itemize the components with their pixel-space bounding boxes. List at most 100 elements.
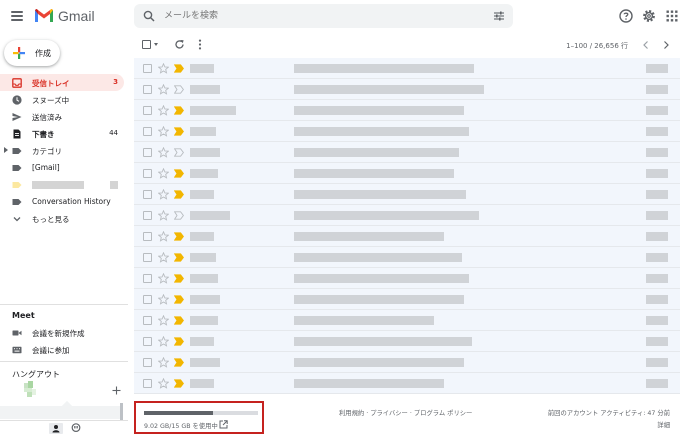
row-checkbox[interactable] (143, 106, 152, 115)
email-row[interactable] (134, 121, 680, 142)
star-icon[interactable] (158, 210, 169, 221)
row-checkbox[interactable] (143, 358, 152, 367)
row-checkbox[interactable] (143, 379, 152, 388)
row-checkbox[interactable] (143, 337, 152, 346)
row-checkbox[interactable] (143, 295, 152, 304)
add-icon[interactable] (112, 386, 121, 395)
sidebar-item-gmail-folder[interactable]: [Gmail] (0, 159, 124, 176)
refresh-icon[interactable] (174, 39, 185, 50)
star-icon[interactable] (158, 63, 169, 74)
email-row[interactable] (134, 310, 680, 331)
details-link[interactable]: 詳細 (657, 420, 670, 429)
email-row[interactable] (134, 247, 680, 268)
email-row[interactable] (134, 352, 680, 373)
sidebar-scrollbar[interactable] (120, 403, 123, 420)
expand-caret-icon[interactable] (4, 147, 8, 153)
select-dropdown-icon[interactable] (154, 43, 158, 46)
sidebar-item-categories[interactable]: カテゴリ (0, 142, 124, 159)
row-checkbox[interactable] (143, 169, 152, 178)
importance-marker-icon[interactable] (174, 64, 184, 73)
star-icon[interactable] (158, 378, 169, 389)
row-checkbox[interactable] (143, 148, 152, 157)
importance-marker-icon[interactable] (174, 274, 184, 283)
select-all-checkbox[interactable] (142, 40, 151, 49)
importance-marker-icon[interactable] (174, 232, 184, 241)
row-checkbox[interactable] (143, 85, 152, 94)
chevron-left-icon[interactable] (642, 40, 650, 50)
more-options-icon[interactable] (198, 39, 202, 50)
search-bar[interactable] (134, 4, 513, 28)
importance-marker-icon[interactable] (174, 316, 184, 325)
importance-marker-icon[interactable] (174, 148, 184, 157)
footer-links[interactable]: 利用規約 · プライバシー · プログラム ポリシー (339, 408, 472, 417)
search-input[interactable] (164, 8, 464, 24)
sidebar-item-conversation-history[interactable]: Conversation History (0, 193, 124, 210)
star-icon[interactable] (158, 315, 169, 326)
email-row[interactable] (134, 100, 680, 121)
star-icon[interactable] (158, 105, 169, 116)
importance-marker-icon[interactable] (174, 169, 184, 178)
star-icon[interactable] (158, 189, 169, 200)
star-icon[interactable] (158, 273, 169, 284)
email-row[interactable] (134, 268, 680, 289)
hangouts-chat-icon[interactable] (71, 423, 81, 433)
importance-marker-icon[interactable] (174, 211, 184, 220)
sidebar-item-drafts[interactable]: 下書き 44 (0, 125, 124, 142)
email-row[interactable] (134, 205, 680, 226)
row-checkbox[interactable] (143, 64, 152, 73)
main-menu-button[interactable] (10, 9, 24, 23)
importance-marker-icon[interactable] (174, 379, 184, 388)
star-icon[interactable] (158, 294, 169, 305)
sidebar-item-hidden-label[interactable] (0, 176, 124, 193)
importance-marker-icon[interactable] (174, 190, 184, 199)
star-icon[interactable] (158, 252, 169, 263)
importance-marker-icon[interactable] (174, 106, 184, 115)
email-row[interactable] (134, 58, 680, 79)
star-icon[interactable] (158, 126, 169, 137)
star-icon[interactable] (158, 231, 169, 242)
row-checkbox[interactable] (143, 190, 152, 199)
importance-marker-icon[interactable] (174, 127, 184, 136)
avatar[interactable] (24, 381, 36, 399)
help-icon[interactable] (618, 8, 634, 24)
email-row[interactable] (134, 331, 680, 352)
row-checkbox[interactable] (143, 274, 152, 283)
email-row[interactable] (134, 163, 680, 184)
email-row[interactable] (134, 226, 680, 247)
sidebar-item-sent[interactable]: 送信済み (0, 108, 124, 125)
open-in-new-icon[interactable] (219, 420, 228, 429)
star-icon[interactable] (158, 336, 169, 347)
email-row[interactable] (134, 289, 680, 310)
apps-grid-icon[interactable] (664, 8, 680, 24)
importance-marker-icon[interactable] (174, 337, 184, 346)
chevron-right-icon[interactable] (662, 40, 670, 50)
star-icon[interactable] (158, 357, 169, 368)
email-row[interactable] (134, 142, 680, 163)
row-checkbox[interactable] (143, 127, 152, 136)
settings-gear-icon[interactable] (641, 8, 657, 24)
email-row[interactable] (134, 184, 680, 205)
importance-marker-icon[interactable] (174, 253, 184, 262)
row-checkbox[interactable] (143, 211, 152, 220)
importance-marker-icon[interactable] (174, 358, 184, 367)
importance-marker-icon[interactable] (174, 85, 184, 94)
sidebar-item-more[interactable]: もっと見る (0, 210, 124, 227)
sidebar-item-inbox[interactable]: 受信トレイ 3 (0, 74, 124, 91)
row-checkbox[interactable] (143, 232, 152, 241)
importance-marker-icon[interactable] (174, 295, 184, 304)
star-icon[interactable] (158, 168, 169, 179)
star-icon[interactable] (158, 147, 169, 158)
gmail-logo-icon[interactable] (34, 8, 54, 23)
storage-usage-panel[interactable]: 9.02 GB/15 GB を使用中 (134, 401, 264, 434)
sidebar-item-snoozed[interactable]: スヌーズ中 (0, 91, 124, 108)
meet-new-meeting[interactable]: 会議を新規作成 (0, 324, 124, 341)
search-icon[interactable] (143, 10, 155, 22)
star-icon[interactable] (158, 84, 169, 95)
compose-button[interactable]: 作成 (4, 40, 60, 66)
email-row[interactable] (134, 373, 680, 394)
meet-join-meeting[interactable]: 会議に参加 (0, 341, 124, 358)
search-options-icon[interactable] (493, 10, 505, 22)
email-row[interactable] (134, 79, 680, 100)
row-checkbox[interactable] (143, 316, 152, 325)
row-checkbox[interactable] (143, 253, 152, 262)
